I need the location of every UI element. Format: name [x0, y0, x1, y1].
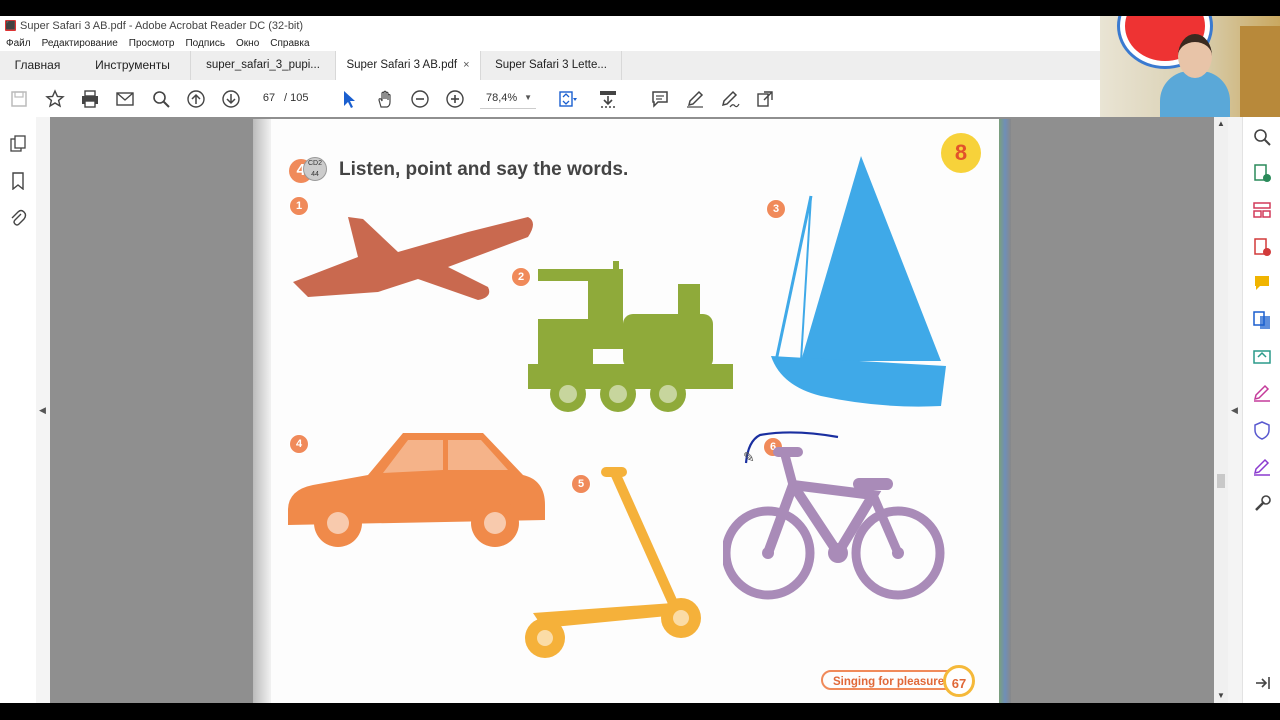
cd-track-badge: 4 CD2 44	[289, 157, 327, 187]
exercise-instruction: Listen, point and say the words.	[339, 159, 629, 180]
cd-icon: CD2 44	[303, 157, 327, 181]
page-spine-edge	[999, 119, 1011, 703]
export-pdf-icon[interactable]	[1252, 163, 1272, 183]
mail-icon[interactable]	[114, 88, 136, 110]
tools-pane	[1242, 117, 1280, 703]
next-page-icon[interactable]	[220, 88, 242, 110]
protect-icon[interactable]	[1252, 420, 1272, 440]
fit-page-icon[interactable]	[556, 88, 578, 110]
screen-bottom-strip	[0, 703, 1280, 720]
combine-files-icon[interactable]	[1252, 310, 1272, 330]
tab-doc-ab[interactable]: Super Safari 3 AB.pdf ×	[335, 51, 480, 81]
prev-page-icon[interactable]	[185, 88, 207, 110]
sign-icon[interactable]	[719, 88, 741, 110]
menu-window[interactable]: Окно	[236, 38, 259, 49]
acrobat-window: ⬛ Super Safari 3 AB.pdf - Adobe Acrobat …	[0, 0, 1280, 720]
window-title: Super Safari 3 AB.pdf - Adobe Acrobat Re…	[20, 19, 304, 32]
acrobat-app-icon: ⬛	[5, 20, 16, 31]
right-panel-toggle[interactable]: ◀	[1228, 117, 1242, 703]
print-icon[interactable]	[79, 88, 101, 110]
attachment-icon[interactable]	[9, 209, 27, 227]
left-nav-panel	[0, 117, 37, 703]
tab-home[interactable]: Главная	[0, 51, 75, 80]
zoom-value: 78,4%	[486, 92, 518, 104]
search-tool-icon[interactable]	[1252, 127, 1272, 147]
tab-doc-label: super_safari_3_pupi...	[206, 59, 320, 71]
car-picture	[288, 433, 545, 547]
organize-pages-icon[interactable]	[1252, 200, 1272, 220]
scrollbar-thumb[interactable]	[1217, 474, 1225, 488]
zoom-select[interactable]: 78,4% ▼	[480, 88, 536, 109]
hand-icon[interactable]	[374, 88, 396, 110]
tab-doc-letters[interactable]: Super Safari 3 Lette...	[480, 51, 622, 80]
chevron-left-icon: ◀	[1231, 405, 1238, 415]
tab-doc-label: Super Safari 3 AB.pdf	[346, 59, 458, 71]
tab-tools[interactable]: Инструменты	[75, 51, 190, 80]
menu-edit[interactable]: Редактирование	[42, 38, 118, 49]
scroll-up-icon[interactable]: ▲	[1217, 119, 1225, 128]
tab-doc-label: Super Safari 3 Lette...	[495, 59, 607, 71]
scooter-picture	[525, 467, 701, 658]
cd-track: 44	[311, 171, 319, 178]
star-icon[interactable]	[44, 88, 66, 110]
save-icon[interactable]	[8, 88, 30, 110]
search-icon[interactable]	[150, 88, 172, 110]
edit-pdf-icon[interactable]	[1252, 457, 1272, 477]
page-gutter-shadow	[253, 119, 271, 703]
scroll-down-icon[interactable]: ▼	[1217, 691, 1225, 700]
title-bar: ⬛ Super Safari 3 AB.pdf - Adobe Acrobat …	[0, 16, 1100, 35]
comment-tool-icon[interactable]	[1252, 273, 1272, 293]
more-tools-icon[interactable]	[1252, 494, 1272, 514]
zoom-in-icon[interactable]	[444, 88, 466, 110]
page-total: / 105	[284, 92, 309, 104]
chevron-down-icon: ▼	[524, 93, 532, 102]
chevron-left-icon: ◀	[39, 405, 46, 415]
boat-picture	[771, 156, 946, 407]
share-icon[interactable]	[754, 88, 776, 110]
menu-file[interactable]: Файл	[6, 38, 31, 49]
cd-label: CD2	[307, 160, 322, 167]
page-number-input[interactable]: 67	[254, 88, 284, 108]
comment-icon[interactable]	[649, 88, 671, 110]
footer-page-number: 67	[943, 665, 975, 697]
tab-doc-pupil[interactable]: super_safari_3_pupi...	[190, 51, 335, 80]
main-toolbar: 67 / 105 78,4% ▼	[0, 80, 1100, 118]
scroll-mode-icon[interactable]	[597, 88, 619, 110]
send-for-review-icon[interactable]	[1252, 347, 1272, 367]
select-cursor-icon[interactable]	[338, 88, 360, 110]
plane-picture	[293, 217, 533, 300]
document-canvas[interactable]: 4 CD2 44 Listen, point and say the words.…	[50, 117, 1214, 703]
left-panel-toggle[interactable]: ◀	[36, 117, 50, 703]
tab-bar: Главная Инструменты super_safari_3_pupi.…	[0, 51, 1100, 81]
collapse-pane-icon[interactable]	[1252, 673, 1272, 693]
bookmark-icon[interactable]	[9, 172, 27, 191]
close-tab-icon[interactable]: ×	[463, 59, 469, 71]
fill-sign-icon[interactable]	[1252, 383, 1272, 403]
train-picture	[528, 261, 733, 412]
create-pdf-icon[interactable]	[1252, 237, 1272, 257]
pen-icon[interactable]	[684, 88, 706, 110]
menu-bar: Файл Редактирование Просмотр Подпись Окн…	[0, 35, 1100, 51]
zoom-out-icon[interactable]	[409, 88, 431, 110]
menu-view[interactable]: Просмотр	[129, 38, 175, 49]
screen-top-strip	[0, 0, 1280, 16]
page-thumbnails-icon[interactable]	[9, 135, 27, 153]
menu-sign[interactable]: Подпись	[185, 38, 225, 49]
webcam-overlay	[1100, 16, 1280, 117]
pen-cursor-icon: ✎	[743, 449, 755, 465]
vertical-scrollbar[interactable]: ▲ ▼	[1214, 117, 1228, 703]
menu-help[interactable]: Справка	[270, 38, 309, 49]
pdf-page: 4 CD2 44 Listen, point and say the words.…	[253, 119, 1011, 703]
